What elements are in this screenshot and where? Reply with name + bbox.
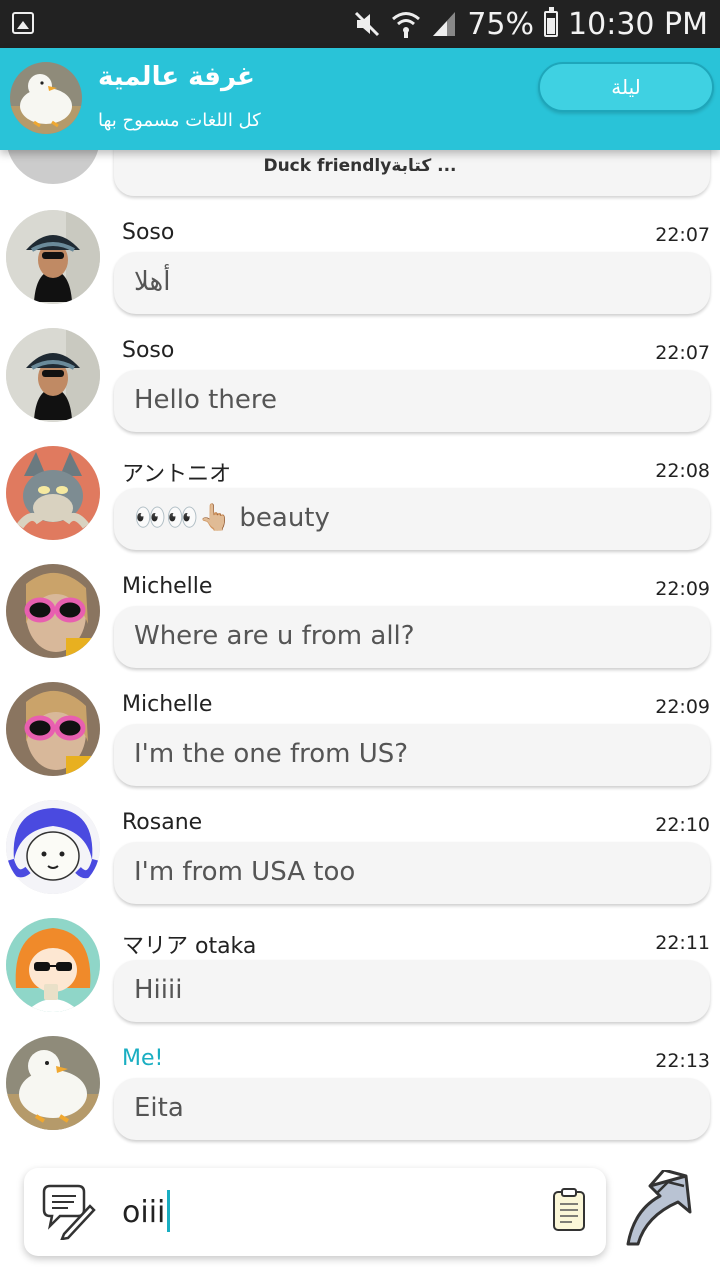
message-time: 22:07	[655, 224, 710, 246]
room-title: غرفة عالمية	[98, 62, 255, 92]
sender-name: マリア otaka	[122, 934, 257, 959]
signal-icon	[433, 12, 456, 36]
message-list[interactable]: Soso 22:07 أهلا Soso 22:07 Hello there ア…	[0, 198, 720, 1160]
chat-header: غرفة عالمية كل اللغات مسموح بها ليلة	[0, 48, 720, 150]
avatar[interactable]	[6, 210, 100, 304]
image-notification-icon	[12, 12, 34, 34]
message-bubble[interactable]: 👀👀👆🏼 beauty	[114, 488, 710, 550]
battery-percent: 75%	[467, 6, 535, 42]
user-photo-icon	[6, 210, 100, 304]
avatar[interactable]	[6, 564, 100, 658]
compose-icon[interactable]	[38, 1182, 96, 1240]
message-text: I'm from USA too	[134, 857, 356, 887]
user-photo-icon	[6, 682, 100, 776]
message-text: Hiiii	[134, 975, 183, 1005]
text-caret	[167, 1190, 170, 1232]
message-time: 22:09	[655, 578, 710, 600]
message-item: アントニオ 22:08 👀👀👆🏼 beauty	[0, 434, 720, 552]
message-item: Michelle 22:09 Where are u from all?	[0, 552, 720, 670]
message-item: Soso 22:07 أهلا	[0, 198, 720, 316]
message-bubble[interactable]: Hiiii	[114, 960, 710, 1022]
user-photo-icon	[6, 564, 100, 658]
avatar[interactable]	[6, 800, 100, 894]
message-bubble[interactable]: Eita	[114, 1078, 710, 1140]
cartoon-cat-icon	[6, 446, 100, 540]
message-item: Rosane 22:10 I'm from USA too	[0, 788, 720, 906]
room-subtitle: كل اللغات مسموح بها	[98, 110, 261, 131]
sender-name: Soso	[122, 338, 175, 363]
message-item: Michelle 22:09 I'm the one from US?	[0, 670, 720, 788]
duck-icon	[6, 1036, 100, 1130]
avatar[interactable]	[6, 446, 100, 540]
message-text: Eita	[134, 1093, 184, 1123]
user-photo-icon	[6, 328, 100, 422]
wifi-icon	[392, 12, 421, 38]
message-time: 22:07	[655, 342, 710, 364]
message-item: マリア otaka 22:11 Hiiii	[0, 906, 720, 1024]
message-text: أهلا	[134, 267, 171, 297]
message-composer	[24, 1168, 606, 1256]
duck-icon	[10, 62, 82, 134]
avatar[interactable]	[6, 682, 100, 776]
sender-name: アントニオ	[122, 462, 232, 487]
message-text: Hello there	[134, 385, 277, 415]
message-text: I'm the one from US?	[134, 739, 409, 769]
chat-screen: 75% 10:30 PM غرفة عالمية كل اللغات مسموح…	[0, 0, 720, 1280]
message-input[interactable]	[122, 1186, 542, 1238]
message-time: 22:10	[655, 814, 710, 836]
room-avatar[interactable]	[10, 62, 82, 134]
anime-avatar-icon	[6, 800, 100, 894]
message-bubble[interactable]: Where are u from all?	[114, 606, 710, 668]
message-time: 22:11	[655, 932, 710, 954]
message-bubble[interactable]: Hello there	[114, 370, 710, 432]
status-bar: 75% 10:30 PM	[0, 0, 720, 48]
message-text: 👀👀👆🏼 beauty	[134, 503, 330, 533]
message-text: Where are u from all?	[134, 621, 415, 651]
message-time: 22:13	[655, 1050, 710, 1072]
message-bubble[interactable]: أهلا	[114, 252, 710, 314]
message-time: 22:09	[655, 696, 710, 718]
typing-indicator-row: Duck friendlyكتابة ...	[0, 90, 720, 198]
sender-name: Michelle	[122, 692, 213, 717]
night-mode-button[interactable]: ليلة	[538, 62, 714, 112]
mute-icon	[355, 11, 380, 37]
sender-name: Michelle	[122, 574, 213, 599]
avatar[interactable]	[6, 328, 100, 422]
avatar[interactable]	[6, 1036, 100, 1130]
send-arrow-icon[interactable]	[620, 1170, 700, 1250]
message-item-own: Me! 22:13 Eita	[0, 1024, 720, 1142]
message-item: Soso 22:07 Hello there	[0, 316, 720, 434]
typing-indicator: Duck friendlyكتابة ...	[263, 156, 457, 176]
avatar[interactable]	[6, 918, 100, 1012]
anime-avatar-icon	[6, 918, 100, 1012]
message-bubble[interactable]: I'm the one from US?	[114, 724, 710, 786]
clock: 10:30 PM	[568, 6, 708, 42]
sender-name: Rosane	[122, 810, 203, 835]
battery-icon	[544, 7, 559, 37]
message-bubble[interactable]: I'm from USA too	[114, 842, 710, 904]
document-icon[interactable]	[552, 1188, 586, 1232]
status-icons: 75% 10:30 PM	[353, 6, 708, 42]
sender-name: Me!	[122, 1046, 164, 1071]
message-time: 22:08	[655, 460, 710, 482]
sender-name: Soso	[122, 220, 175, 245]
